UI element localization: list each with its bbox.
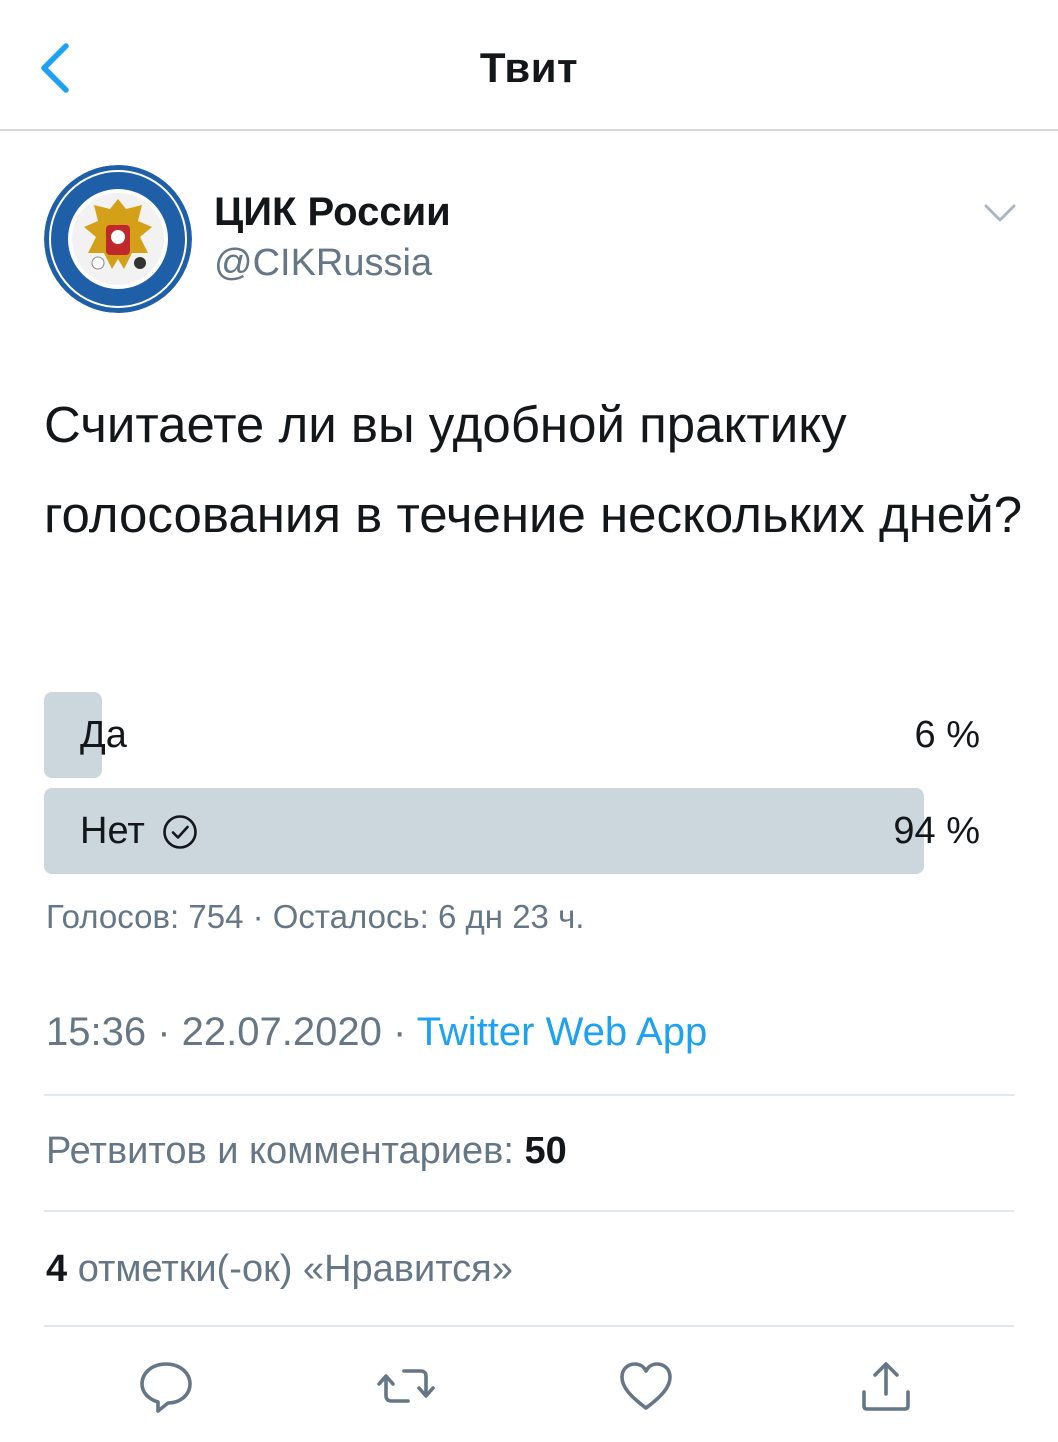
cik-emblem-logo bbox=[44, 165, 192, 313]
reply-icon bbox=[140, 1362, 192, 1413]
retweet-button[interactable] bbox=[376, 1356, 436, 1416]
separator: · bbox=[381, 1010, 417, 1054]
poll-option-yes[interactable]: Да 6 % bbox=[44, 692, 980, 778]
retweets-count: 50 bbox=[524, 1130, 567, 1172]
chevron-down-icon bbox=[984, 204, 1016, 222]
avatar[interactable] bbox=[44, 165, 192, 313]
poll-meta: Голосов: 754 · Осталось: 6 дн 23 ч. bbox=[46, 898, 585, 935]
divider bbox=[44, 1094, 1014, 1096]
likes-stat[interactable]: 4 отметки(-ок) «Нравится» bbox=[46, 1248, 513, 1291]
poll-option-percent: 94 % bbox=[893, 810, 980, 852]
like-icon bbox=[620, 1362, 672, 1410]
share-icon bbox=[862, 1362, 910, 1411]
top-bar: Твит bbox=[0, 0, 1058, 131]
share-button[interactable] bbox=[856, 1356, 916, 1416]
likes-label: отметки(-ок) «Нравится» bbox=[67, 1248, 513, 1290]
divider bbox=[44, 1210, 1014, 1212]
check-circle-icon bbox=[162, 814, 197, 849]
poll-option-label: Да bbox=[80, 714, 127, 756]
poll-option-no[interactable]: Нет 94 % bbox=[44, 788, 980, 874]
like-button[interactable] bbox=[616, 1356, 676, 1416]
poll-option-percent: 6 % bbox=[914, 714, 980, 756]
tweet-date: 22.07.2020 bbox=[181, 1010, 382, 1054]
retweet-icon bbox=[377, 1369, 435, 1403]
reply-button[interactable] bbox=[136, 1356, 196, 1416]
more-options-button[interactable] bbox=[978, 196, 1022, 228]
poll-option-label: Нет bbox=[80, 810, 145, 852]
author-name[interactable]: ЦИК России bbox=[214, 190, 451, 235]
author-handle[interactable]: @CIKRussia bbox=[214, 242, 432, 285]
page-title: Твит bbox=[479, 44, 579, 91]
tweet-timestamp: 15:36 · 22.07.2020 · Twitter Web App bbox=[46, 1010, 707, 1055]
retweets-label: Ретвитов и комментариев: bbox=[46, 1130, 525, 1172]
tweet-time: 15:36 bbox=[46, 1010, 147, 1054]
retweets-stat[interactable]: Ретвитов и комментариев: 50 bbox=[46, 1130, 567, 1173]
likes-count: 4 bbox=[46, 1248, 68, 1290]
divider bbox=[44, 1325, 1014, 1327]
separator: · bbox=[146, 1010, 182, 1054]
tweet-text: Считаете ли вы удобной практику голосова… bbox=[44, 396, 1023, 543]
source-link[interactable]: Twitter Web App bbox=[417, 1010, 708, 1054]
